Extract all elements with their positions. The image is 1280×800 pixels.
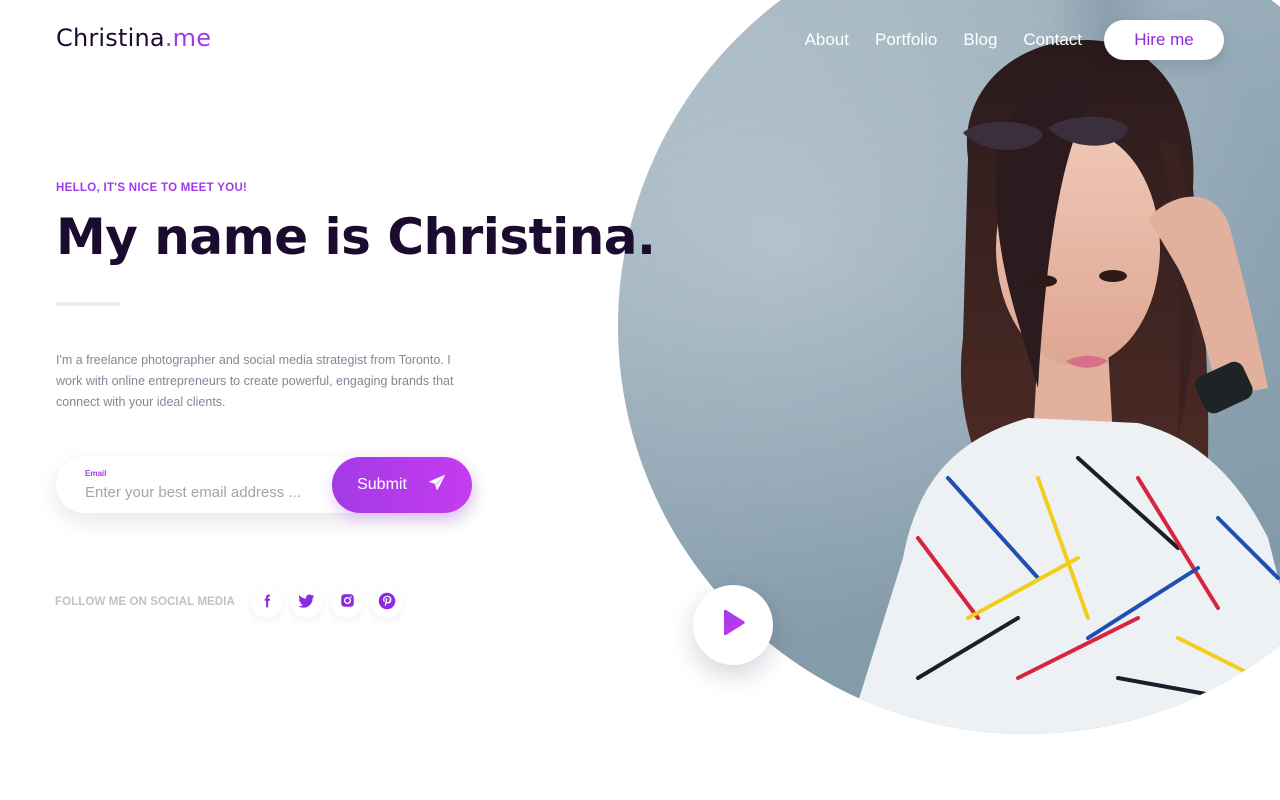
social-links bbox=[252, 588, 412, 618]
nav-link-blog[interactable]: Blog bbox=[963, 30, 997, 50]
hero-eyebrow: HELLO, IT'S NICE TO MEET YOU! bbox=[56, 182, 248, 194]
twitter-icon bbox=[298, 593, 315, 613]
email-input[interactable] bbox=[83, 480, 327, 504]
submit-label: Submit bbox=[357, 476, 407, 493]
facebook-icon bbox=[260, 594, 274, 613]
instagram-icon bbox=[340, 593, 355, 613]
brand-suffix: .me bbox=[164, 24, 212, 52]
play-video-button[interactable] bbox=[693, 585, 773, 665]
brand-name: Christina bbox=[56, 24, 165, 52]
submit-button[interactable]: Submit bbox=[332, 457, 472, 513]
pinterest-link[interactable] bbox=[372, 588, 402, 618]
landing-page: Christina.me About Portfolio Blog Contac… bbox=[0, 0, 1280, 800]
play-icon bbox=[720, 609, 746, 642]
twitter-link[interactable] bbox=[292, 588, 322, 618]
brand-logo[interactable]: Christina.me bbox=[56, 24, 211, 52]
facebook-link[interactable] bbox=[252, 588, 282, 618]
paper-plane-icon bbox=[427, 473, 447, 498]
nav-link-contact[interactable]: Contact bbox=[1023, 30, 1082, 50]
nav-link-about[interactable]: About bbox=[805, 30, 849, 50]
main-nav: About Portfolio Blog Contact Hire me bbox=[779, 20, 1224, 60]
nav-link-portfolio[interactable]: Portfolio bbox=[875, 30, 937, 50]
hire-me-button[interactable]: Hire me bbox=[1104, 20, 1224, 60]
hero-bio: I'm a freelance photographer and social … bbox=[56, 353, 454, 409]
email-label: Email bbox=[85, 469, 107, 478]
follow-label: FOLLOW ME ON SOCIAL MEDIA bbox=[55, 596, 235, 608]
subscribe-form: Email Submit bbox=[56, 457, 472, 513]
pinterest-icon bbox=[378, 592, 396, 615]
instagram-link[interactable] bbox=[332, 588, 362, 618]
headline-divider bbox=[56, 302, 121, 306]
hero-headline: My name is Christina. bbox=[56, 208, 656, 266]
